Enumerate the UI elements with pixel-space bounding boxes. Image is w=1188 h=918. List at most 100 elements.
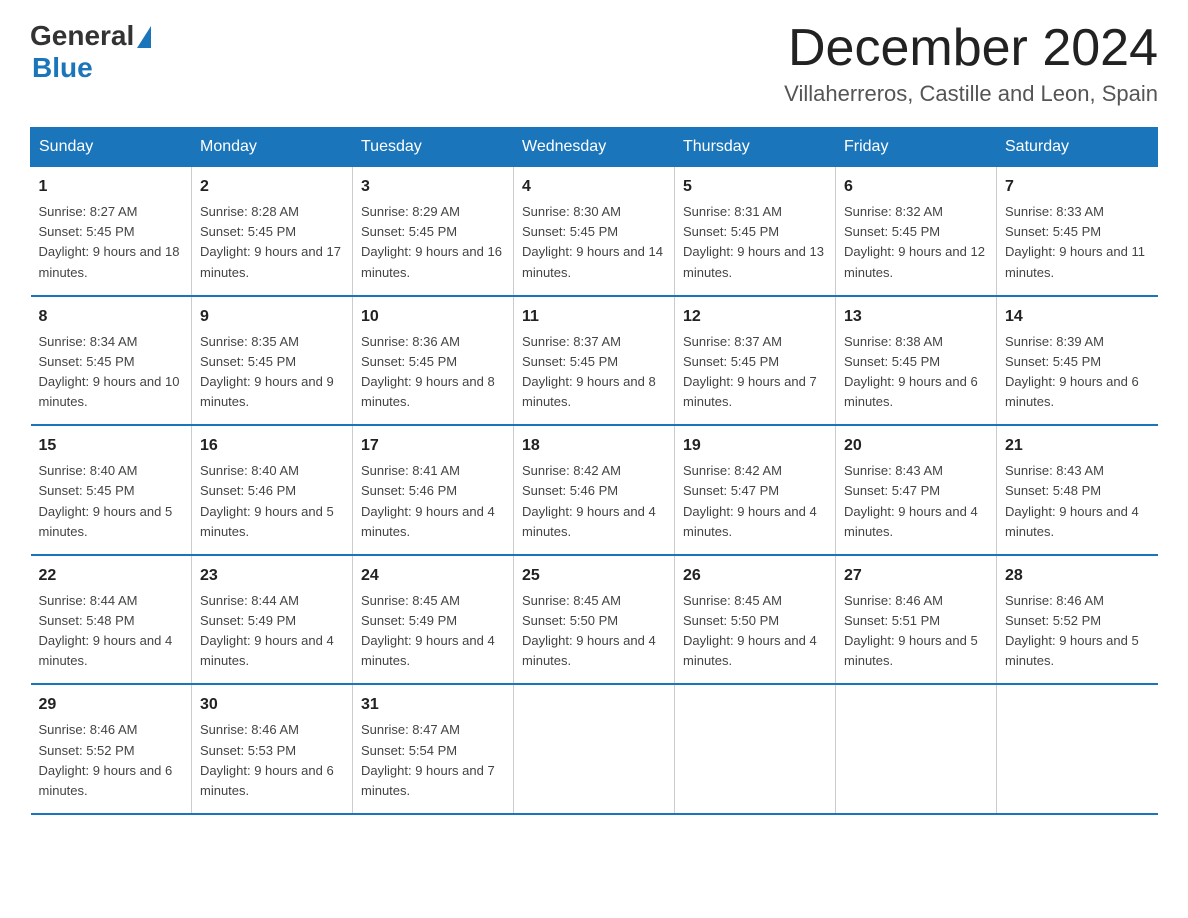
cell-info: Sunrise: 8:27 AMSunset: 5:45 PMDaylight:… [39,204,180,279]
calendar-cell: 25 Sunrise: 8:45 AMSunset: 5:50 PMDaylig… [514,555,675,685]
day-number: 24 [361,564,505,588]
day-number: 6 [844,175,988,199]
day-number: 28 [1005,564,1150,588]
cell-info: Sunrise: 8:37 AMSunset: 5:45 PMDaylight:… [522,334,656,409]
cell-info: Sunrise: 8:43 AMSunset: 5:48 PMDaylight:… [1005,463,1139,538]
day-number: 7 [1005,175,1150,199]
day-number: 30 [200,693,344,717]
calendar-cell: 26 Sunrise: 8:45 AMSunset: 5:50 PMDaylig… [675,555,836,685]
logo-triangle-icon [137,26,151,48]
cell-info: Sunrise: 8:36 AMSunset: 5:45 PMDaylight:… [361,334,495,409]
logo: General Blue [30,20,151,84]
day-number: 10 [361,305,505,329]
calendar-cell: 27 Sunrise: 8:46 AMSunset: 5:51 PMDaylig… [836,555,997,685]
day-number: 27 [844,564,988,588]
calendar-cell [836,684,997,814]
day-number: 14 [1005,305,1150,329]
cell-info: Sunrise: 8:46 AMSunset: 5:51 PMDaylight:… [844,593,978,668]
day-number: 22 [39,564,184,588]
cell-info: Sunrise: 8:30 AMSunset: 5:45 PMDaylight:… [522,204,663,279]
cell-info: Sunrise: 8:44 AMSunset: 5:48 PMDaylight:… [39,593,173,668]
day-number: 18 [522,434,666,458]
calendar-cell: 22 Sunrise: 8:44 AMSunset: 5:48 PMDaylig… [31,555,192,685]
calendar-week-5: 29 Sunrise: 8:46 AMSunset: 5:52 PMDaylig… [31,684,1158,814]
cell-info: Sunrise: 8:42 AMSunset: 5:47 PMDaylight:… [683,463,817,538]
calendar-cell: 30 Sunrise: 8:46 AMSunset: 5:53 PMDaylig… [192,684,353,814]
day-number: 16 [200,434,344,458]
calendar-cell: 5 Sunrise: 8:31 AMSunset: 5:45 PMDayligh… [675,167,836,296]
cell-info: Sunrise: 8:47 AMSunset: 5:54 PMDaylight:… [361,722,495,797]
calendar-cell: 4 Sunrise: 8:30 AMSunset: 5:45 PMDayligh… [514,167,675,296]
cell-info: Sunrise: 8:42 AMSunset: 5:46 PMDaylight:… [522,463,656,538]
calendar-week-4: 22 Sunrise: 8:44 AMSunset: 5:48 PMDaylig… [31,555,1158,685]
day-number: 17 [361,434,505,458]
day-number: 25 [522,564,666,588]
calendar-cell: 2 Sunrise: 8:28 AMSunset: 5:45 PMDayligh… [192,167,353,296]
weekday-header-saturday: Saturday [997,128,1158,167]
cell-info: Sunrise: 8:46 AMSunset: 5:52 PMDaylight:… [39,722,173,797]
cell-info: Sunrise: 8:44 AMSunset: 5:49 PMDaylight:… [200,593,334,668]
day-number: 26 [683,564,827,588]
day-number: 12 [683,305,827,329]
calendar-cell [675,684,836,814]
cell-info: Sunrise: 8:29 AMSunset: 5:45 PMDaylight:… [361,204,502,279]
day-number: 29 [39,693,184,717]
cell-info: Sunrise: 8:40 AMSunset: 5:46 PMDaylight:… [200,463,334,538]
calendar-cell: 14 Sunrise: 8:39 AMSunset: 5:45 PMDaylig… [997,296,1158,426]
logo-general-text: General [30,20,134,52]
cell-info: Sunrise: 8:46 AMSunset: 5:52 PMDaylight:… [1005,593,1139,668]
cell-info: Sunrise: 8:46 AMSunset: 5:53 PMDaylight:… [200,722,334,797]
calendar-cell: 20 Sunrise: 8:43 AMSunset: 5:47 PMDaylig… [836,425,997,555]
cell-info: Sunrise: 8:37 AMSunset: 5:45 PMDaylight:… [683,334,817,409]
weekday-header-tuesday: Tuesday [353,128,514,167]
day-number: 19 [683,434,827,458]
day-number: 21 [1005,434,1150,458]
cell-info: Sunrise: 8:32 AMSunset: 5:45 PMDaylight:… [844,204,985,279]
calendar-cell: 1 Sunrise: 8:27 AMSunset: 5:45 PMDayligh… [31,167,192,296]
cell-info: Sunrise: 8:34 AMSunset: 5:45 PMDaylight:… [39,334,180,409]
calendar-week-2: 8 Sunrise: 8:34 AMSunset: 5:45 PMDayligh… [31,296,1158,426]
cell-info: Sunrise: 8:45 AMSunset: 5:49 PMDaylight:… [361,593,495,668]
weekday-header-friday: Friday [836,128,997,167]
page-header: General Blue December 2024 Villaherreros… [30,20,1158,107]
calendar-cell: 15 Sunrise: 8:40 AMSunset: 5:45 PMDaylig… [31,425,192,555]
month-year-title: December 2024 [784,20,1158,77]
calendar-cell: 19 Sunrise: 8:42 AMSunset: 5:47 PMDaylig… [675,425,836,555]
calendar-cell: 31 Sunrise: 8:47 AMSunset: 5:54 PMDaylig… [353,684,514,814]
weekday-header-monday: Monday [192,128,353,167]
cell-info: Sunrise: 8:45 AMSunset: 5:50 PMDaylight:… [522,593,656,668]
weekday-header-wednesday: Wednesday [514,128,675,167]
day-number: 9 [200,305,344,329]
calendar-cell: 21 Sunrise: 8:43 AMSunset: 5:48 PMDaylig… [997,425,1158,555]
calendar-cell: 28 Sunrise: 8:46 AMSunset: 5:52 PMDaylig… [997,555,1158,685]
day-number: 23 [200,564,344,588]
day-number: 11 [522,305,666,329]
calendar-cell [997,684,1158,814]
day-number: 2 [200,175,344,199]
calendar-table: SundayMondayTuesdayWednesdayThursdayFrid… [30,127,1158,815]
calendar-cell: 3 Sunrise: 8:29 AMSunset: 5:45 PMDayligh… [353,167,514,296]
day-number: 5 [683,175,827,199]
calendar-cell: 23 Sunrise: 8:44 AMSunset: 5:49 PMDaylig… [192,555,353,685]
day-number: 3 [361,175,505,199]
cell-info: Sunrise: 8:40 AMSunset: 5:45 PMDaylight:… [39,463,173,538]
calendar-cell: 9 Sunrise: 8:35 AMSunset: 5:45 PMDayligh… [192,296,353,426]
calendar-cell: 24 Sunrise: 8:45 AMSunset: 5:49 PMDaylig… [353,555,514,685]
calendar-cell: 12 Sunrise: 8:37 AMSunset: 5:45 PMDaylig… [675,296,836,426]
day-number: 8 [39,305,184,329]
day-number: 4 [522,175,666,199]
calendar-cell: 11 Sunrise: 8:37 AMSunset: 5:45 PMDaylig… [514,296,675,426]
calendar-cell: 7 Sunrise: 8:33 AMSunset: 5:45 PMDayligh… [997,167,1158,296]
calendar-cell: 8 Sunrise: 8:34 AMSunset: 5:45 PMDayligh… [31,296,192,426]
weekday-header-sunday: Sunday [31,128,192,167]
weekday-header-thursday: Thursday [675,128,836,167]
calendar-week-1: 1 Sunrise: 8:27 AMSunset: 5:45 PMDayligh… [31,167,1158,296]
day-number: 31 [361,693,505,717]
calendar-week-3: 15 Sunrise: 8:40 AMSunset: 5:45 PMDaylig… [31,425,1158,555]
calendar-cell: 17 Sunrise: 8:41 AMSunset: 5:46 PMDaylig… [353,425,514,555]
cell-info: Sunrise: 8:39 AMSunset: 5:45 PMDaylight:… [1005,334,1139,409]
calendar-cell: 29 Sunrise: 8:46 AMSunset: 5:52 PMDaylig… [31,684,192,814]
day-number: 20 [844,434,988,458]
calendar-cell: 18 Sunrise: 8:42 AMSunset: 5:46 PMDaylig… [514,425,675,555]
day-number: 15 [39,434,184,458]
